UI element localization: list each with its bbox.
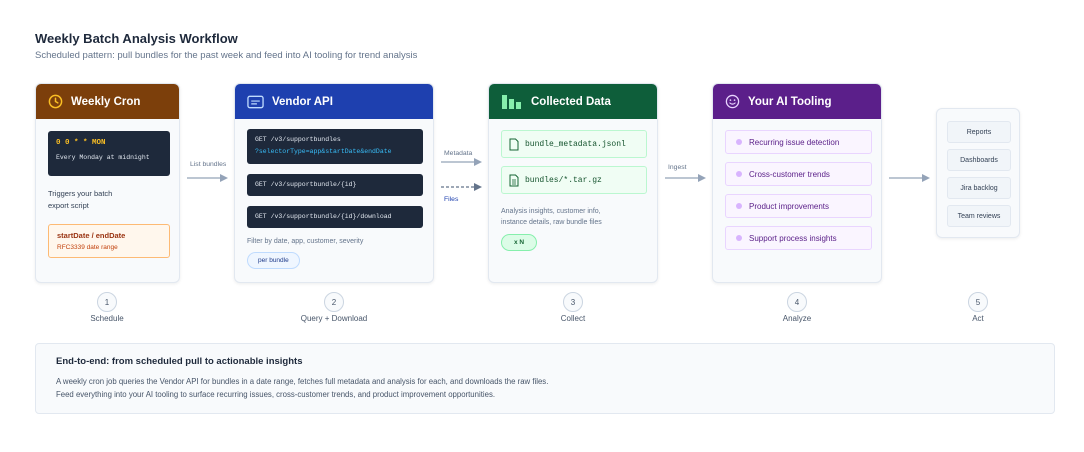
act-item-reports: Reports xyxy=(947,121,1011,143)
step-number: 3 xyxy=(563,292,583,312)
ai-tooling-card-header: Your AI Tooling xyxy=(713,84,881,119)
endpoint-list-bundles: GET /v3/supportbundles ?selectorType=app… xyxy=(247,129,423,164)
collected-data-note: Analysis insights, customer info, instan… xyxy=(501,206,645,228)
summary-line: Feed everything into your AI tooling to … xyxy=(56,390,496,399)
ai-item-label: Cross-customer trends xyxy=(749,169,830,179)
collected-data-card-body: bundle_metadata.jsonl bundles/*.tar.gz A… xyxy=(489,119,657,251)
act-item-jira-backlog: Jira backlog xyxy=(947,177,1011,199)
step-number: 4 xyxy=(787,292,807,312)
bar-chart-icon xyxy=(502,95,521,109)
vendor-api-card-header: Vendor API xyxy=(235,84,433,119)
metadata-file: bundle_metadata.jsonl xyxy=(501,130,647,158)
collected-data-note-line: instance details, raw bundle files xyxy=(501,219,602,226)
ai-item: Product improvements xyxy=(725,194,872,218)
arrow-cron-to-api xyxy=(187,174,228,182)
arrow-ai-to-act xyxy=(889,174,930,182)
step-label: Analyze xyxy=(782,314,812,323)
act-item-dashboards: Dashboards xyxy=(947,149,1011,171)
ai-item-label: Support process insights xyxy=(749,233,837,243)
ai-tooling-card-body: Recurring issue detection Cross-customer… xyxy=(713,119,881,250)
act-outputs-card: Reports Dashboards Jira backlog Team rev… xyxy=(936,108,1020,238)
summary-panel: End-to-end: from scheduled pull to actio… xyxy=(35,343,1055,414)
multiplier-badge: x N xyxy=(501,234,538,251)
summary-line: A weekly cron job queries the Vendor API… xyxy=(56,377,549,386)
ai-item-label: Product improvements xyxy=(749,201,830,211)
cron-description: Triggers your batch export script xyxy=(48,188,167,212)
collected-data-card-header: Collected Data xyxy=(489,84,657,119)
filter-note: Filter by date, app, customer, severity xyxy=(247,238,364,245)
endpoint-download-bundle: GET /v3/supportbundle/{id}/download xyxy=(247,206,423,228)
step-number: 2 xyxy=(324,292,344,312)
date-range-note: RFC3339 date range xyxy=(57,244,118,251)
vendor-api-card-title: Vendor API xyxy=(272,95,333,108)
step-label: Act xyxy=(972,314,984,323)
endpoint-text: GET /v3/supportbundle/{id} xyxy=(255,181,357,188)
endpoint-query-params: ?selectorType=app&startDate&endDate xyxy=(255,148,392,155)
page-title: Weekly Batch Analysis Workflow xyxy=(35,31,238,46)
step-label: Query + Download xyxy=(300,314,368,323)
ai-item-label: Recurring issue detection xyxy=(749,137,840,147)
ai-item: Cross-customer trends xyxy=(725,162,872,186)
cron-description-line: Triggers your batch xyxy=(48,189,113,198)
ai-item: Recurring issue detection xyxy=(725,130,872,154)
clock-icon xyxy=(48,94,63,109)
metadata-file-name: bundle_metadata.jsonl xyxy=(525,139,626,149)
step-label: Collect xyxy=(560,314,586,323)
cron-card-header: Weekly Cron xyxy=(36,84,179,119)
bundles-file-name: bundles/*.tar.gz xyxy=(525,175,602,185)
step-label: Schedule xyxy=(90,314,124,323)
date-range-box: startDate / endDate RFC3339 date range xyxy=(48,224,170,258)
archive-file-icon xyxy=(509,174,519,186)
date-range-title: startDate / endDate xyxy=(57,231,126,240)
act-item-team-reviews: Team reviews xyxy=(947,205,1011,227)
ai-tooling-card: Your AI Tooling Recurring issue detectio… xyxy=(712,83,882,283)
bullet-dot-icon xyxy=(736,203,742,209)
cron-card-body: 0 0 * * MON Every Monday at midnight Tri… xyxy=(36,119,179,258)
per-bundle-badge: per bundle xyxy=(247,252,300,269)
vendor-api-card: Vendor API GET /v3/supportbundles ?selec… xyxy=(234,83,434,283)
bullet-dot-icon xyxy=(736,171,742,177)
cron-card-title: Weekly Cron xyxy=(71,95,141,108)
cron-expression: 0 0 * * MON xyxy=(56,139,106,147)
ai-tooling-card-title: Your AI Tooling xyxy=(748,95,832,108)
step-number: 1 xyxy=(97,292,117,312)
arrow-label-list-bundles: List bundles xyxy=(190,161,227,168)
step-number: 5 xyxy=(968,292,988,312)
endpoint-get-bundle: GET /v3/supportbundle/{id} xyxy=(247,174,423,196)
bullet-dot-icon xyxy=(736,235,742,241)
cron-card: Weekly Cron 0 0 * * MON Every Monday at … xyxy=(35,83,180,283)
cron-expression-note: Every Monday at midnight xyxy=(56,154,150,161)
arrow-label-files: Files xyxy=(444,196,459,203)
endpoint-text: GET /v3/supportbundle/{id}/download xyxy=(255,213,392,220)
page-subtitle: Scheduled pattern: pull bundles for the … xyxy=(35,50,418,61)
api-window-icon xyxy=(247,95,264,108)
bundles-file: bundles/*.tar.gz xyxy=(501,166,647,194)
arrow-label-ingest: Ingest xyxy=(668,164,687,171)
cron-expression-box: 0 0 * * MON Every Monday at midnight xyxy=(48,131,170,176)
bullet-dot-icon xyxy=(736,139,742,145)
cron-description-line: export script xyxy=(48,201,89,210)
file-icon xyxy=(509,138,519,150)
collected-data-card: Collected Data bundle_metadata.jsonl bun… xyxy=(488,83,658,283)
collected-data-note-line: Analysis insights, customer info, xyxy=(501,208,601,215)
summary-title: End-to-end: from scheduled pull to actio… xyxy=(56,356,303,367)
smiley-robot-icon xyxy=(725,94,740,109)
arrow-files xyxy=(441,183,482,191)
ai-item: Support process insights xyxy=(725,226,872,250)
endpoint-text: GET /v3/supportbundles xyxy=(255,136,341,143)
vendor-api-card-body: GET /v3/supportbundles ?selectorType=app… xyxy=(235,119,433,269)
arrow-metadata xyxy=(441,158,482,166)
collected-data-card-title: Collected Data xyxy=(531,95,611,108)
arrow-collect-to-ai xyxy=(665,174,706,182)
